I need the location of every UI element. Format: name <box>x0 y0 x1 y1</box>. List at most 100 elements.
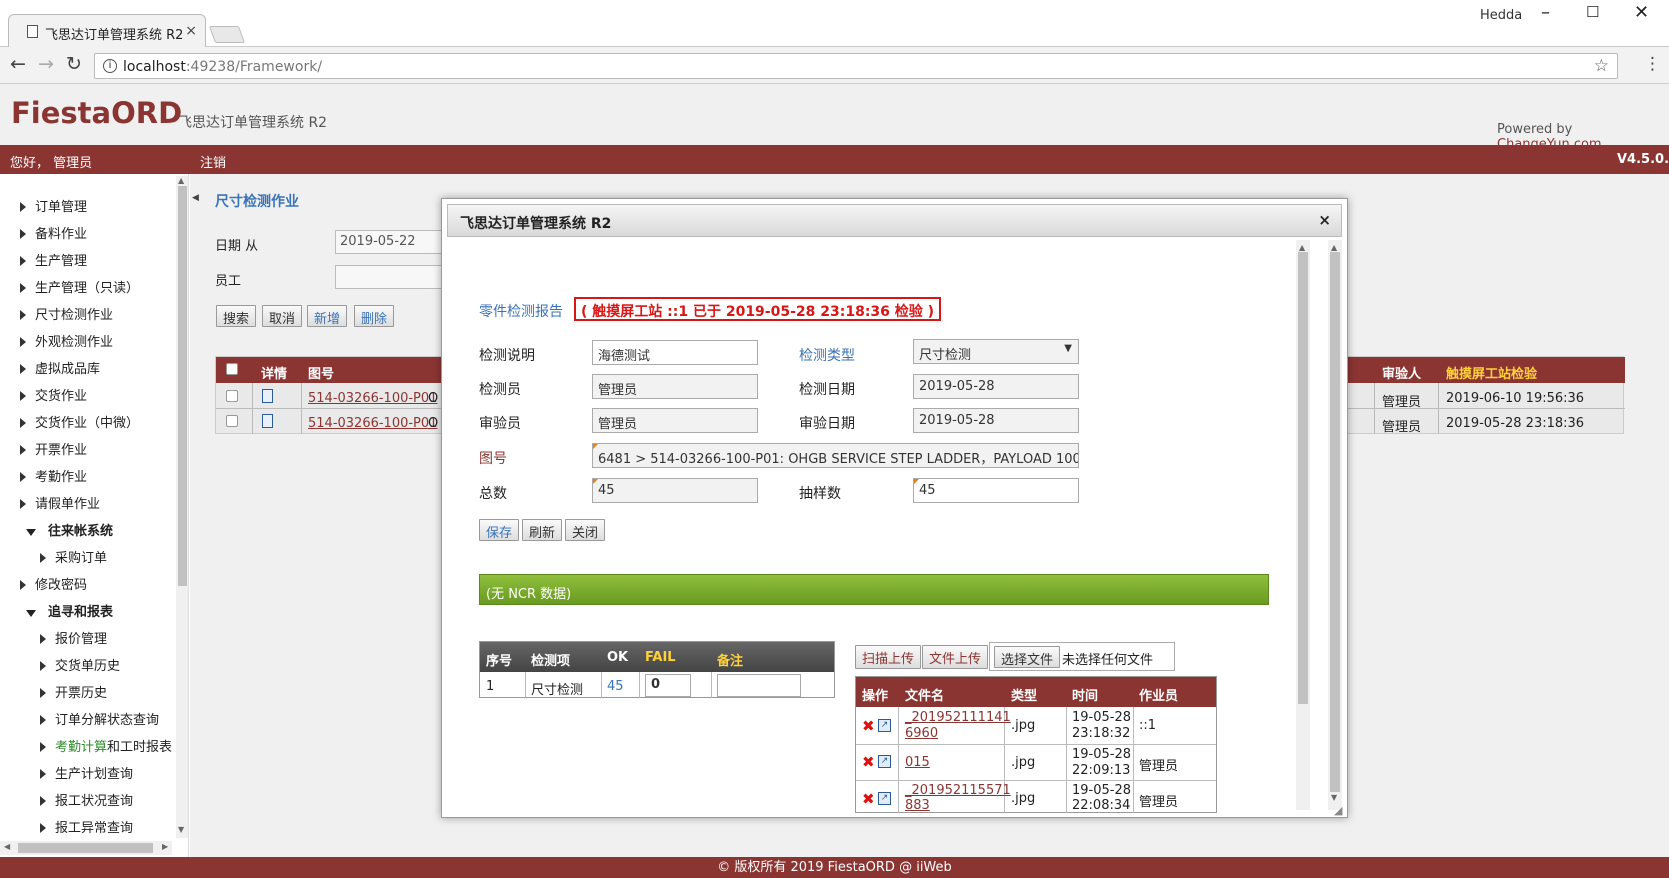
scroll-up-icon[interactable]: ▲ <box>178 176 184 185</box>
desc-input[interactable]: 海德测试 <box>592 340 758 365</box>
file-name-link-cont[interactable]: 6960 <box>905 726 938 741</box>
check-ok[interactable]: 45 <box>607 679 624 694</box>
sidebar-item[interactable]: 开票作业 <box>20 439 87 458</box>
sidebar-item[interactable]: 追寻和报表 <box>26 601 113 620</box>
delete-file-icon[interactable]: ✖ <box>862 753 875 771</box>
dialog-inner-vscroll-thumb[interactable] <box>1298 252 1308 704</box>
sidebar-item[interactable]: 开票历史 <box>40 682 107 701</box>
file-name-link-cont[interactable]: 883 <box>905 798 930 813</box>
window-close-icon[interactable]: ✕ <box>1634 2 1649 23</box>
files-table-header: 操作 文件名 类型 时间 作业员 <box>856 677 1216 707</box>
dialog-close-button[interactable]: 关闭 <box>565 519 606 541</box>
scroll-right-icon[interactable]: ▶ <box>162 842 168 851</box>
reviewer-input[interactable]: 管理员 <box>592 408 758 433</box>
save-button[interactable]: 保存 <box>479 519 520 541</box>
review-date-input[interactable]: 2019-05-28 <box>913 408 1079 433</box>
sidebar-item[interactable]: 交货单历史 <box>40 655 120 674</box>
scroll-down-icon[interactable]: ▼ <box>1331 793 1337 802</box>
collapse-sidebar-icon[interactable]: ◀ <box>192 193 199 203</box>
scan-upload-button[interactable]: 扫描上传 <box>855 645 922 669</box>
detail-doc-icon[interactable] <box>262 389 273 403</box>
sidebar-item[interactable]: 生产计划查询 <box>40 763 133 782</box>
detail-doc-icon[interactable] <box>262 414 273 428</box>
sidebar-item[interactable]: 虚拟成品库 <box>20 358 100 377</box>
type-select[interactable]: 尺寸检测 ▼ <box>913 339 1079 364</box>
delete-file-icon[interactable]: ✖ <box>862 717 875 735</box>
search-button[interactable]: 搜索 <box>216 305 257 327</box>
sidebar-hscroll-thumb[interactable] <box>18 843 153 853</box>
sidebar-item[interactable]: 尺寸检测作业 <box>20 304 113 323</box>
note-input[interactable] <box>717 674 801 697</box>
sidebar-item[interactable]: 生产管理（只读） <box>20 277 139 296</box>
dialog-vscroll-thumb[interactable] <box>1330 252 1340 792</box>
sidebar-vscroll-thumb[interactable] <box>178 186 187 586</box>
tab-close-icon[interactable]: × <box>185 23 197 39</box>
file-type: .jpg <box>1011 755 1036 770</box>
sidebar-item[interactable]: 交货作业（中微） <box>20 412 139 431</box>
scroll-up-icon[interactable]: ▲ <box>1299 243 1305 252</box>
browser-menu-icon[interactable]: ⋮ <box>1644 54 1661 74</box>
fail-input[interactable]: 0 <box>645 674 691 697</box>
open-file-icon[interactable]: ↗ <box>878 719 891 732</box>
choose-file-button[interactable]: 选择文件 <box>994 646 1061 668</box>
select-all-checkbox[interactable] <box>226 363 238 375</box>
sidebar-item[interactable]: 报工异常查询 <box>40 817 133 836</box>
open-file-icon[interactable]: ↗ <box>878 755 891 768</box>
minimize-icon[interactable]: – <box>1541 2 1550 23</box>
refresh-button[interactable]: 刷新 <box>522 519 563 541</box>
scroll-up-icon[interactable]: ▲ <box>1331 243 1337 252</box>
sidebar-item[interactable]: 备料作业 <box>20 223 87 242</box>
sidebar-item[interactable]: 报工状况查询 <box>40 790 133 809</box>
bookmark-star-icon[interactable]: ☆ <box>1594 56 1609 76</box>
delete-file-icon[interactable]: ✖ <box>862 790 875 808</box>
info-icon[interactable]: i <box>103 59 117 73</box>
dialog-close-icon[interactable]: × <box>1318 211 1331 229</box>
employee-input[interactable] <box>335 265 455 289</box>
browser-tab[interactable]: 飞思达订单管理系统 R2 × <box>8 14 206 47</box>
inspector-input[interactable]: 管理员 <box>592 374 758 399</box>
logout-link[interactable]: 注销 <box>200 152 226 171</box>
file-upload-button[interactable]: 文件上传 <box>922 645 989 669</box>
sidebar-item[interactable]: 考勤作业 <box>20 466 87 485</box>
sidebar-item[interactable]: 修改密码 <box>20 574 87 593</box>
resize-grip-icon[interactable]: ◢ <box>1334 804 1342 817</box>
maximize-icon[interactable]: ☐ <box>1586 3 1599 21</box>
total-input[interactable]: 45 <box>592 478 758 503</box>
file-name-link[interactable]: 015 <box>905 755 930 770</box>
part-no-link[interactable]: 514-03266-100-P01 <box>308 391 437 406</box>
add-button[interactable]: 新增 <box>307 305 348 327</box>
sidebar-item[interactable]: 生产管理 <box>20 250 87 269</box>
file-name-link[interactable]: _201952115571 <box>905 783 1011 798</box>
row-checkbox[interactable] <box>226 390 238 402</box>
sidebar-item[interactable]: 交货作业 <box>20 385 87 404</box>
date-from-input[interactable]: 2019-05-22 <box>335 230 455 254</box>
open-file-icon[interactable]: ↗ <box>878 792 891 805</box>
sidebar-item[interactable]: 请假单作业 <box>20 493 100 512</box>
back-icon[interactable]: ← <box>10 53 26 75</box>
url-field[interactable]: i localhost:49238/Framework/ ☆ <box>94 53 1618 79</box>
sample-input[interactable]: 45 <box>913 478 1079 503</box>
sidebar-item[interactable]: 外观检测作业 <box>20 331 113 350</box>
cancel-button[interactable]: 取消 <box>262 305 303 327</box>
sidebar-item[interactable]: 考勤计算和工时报表 <box>40 736 172 755</box>
sidebar-item[interactable]: 订单分解状态查询 <box>40 709 159 728</box>
sidebar-item[interactable]: 采购订单 <box>40 547 107 566</box>
collapsed-arrow-icon <box>20 472 26 482</box>
file-name-link[interactable]: _201952111141 <box>905 710 1011 725</box>
file-chooser[interactable]: 选择文件 未选择任何文件 <box>989 642 1175 671</box>
new-tab-button[interactable] <box>208 26 246 43</box>
sidebar-item[interactable]: 往来帐系统 <box>26 520 113 539</box>
part-no-link[interactable]: 514-03266-100-P01 <box>308 416 437 431</box>
browser-user[interactable]: Hedda <box>1480 8 1522 23</box>
dialog-titlebar[interactable]: 飞思达订单管理系统 R2 × <box>447 204 1342 237</box>
date-input[interactable]: 2019-05-28 <box>913 374 1079 399</box>
part-input[interactable]: 6481 > 514-03266-100-P01: OHGB SERVICE S… <box>592 443 1079 468</box>
sidebar-item[interactable]: 订单管理 <box>20 196 87 215</box>
reload-icon[interactable]: ↻ <box>66 53 82 75</box>
forward-icon[interactable]: → <box>38 53 54 75</box>
scroll-left-icon[interactable]: ◀ <box>4 842 10 851</box>
row-checkbox[interactable] <box>226 415 238 427</box>
scroll-down-icon[interactable]: ▼ <box>178 825 184 834</box>
delete-button[interactable]: 删除 <box>354 305 395 327</box>
sidebar-item[interactable]: 报价管理 <box>40 628 107 647</box>
